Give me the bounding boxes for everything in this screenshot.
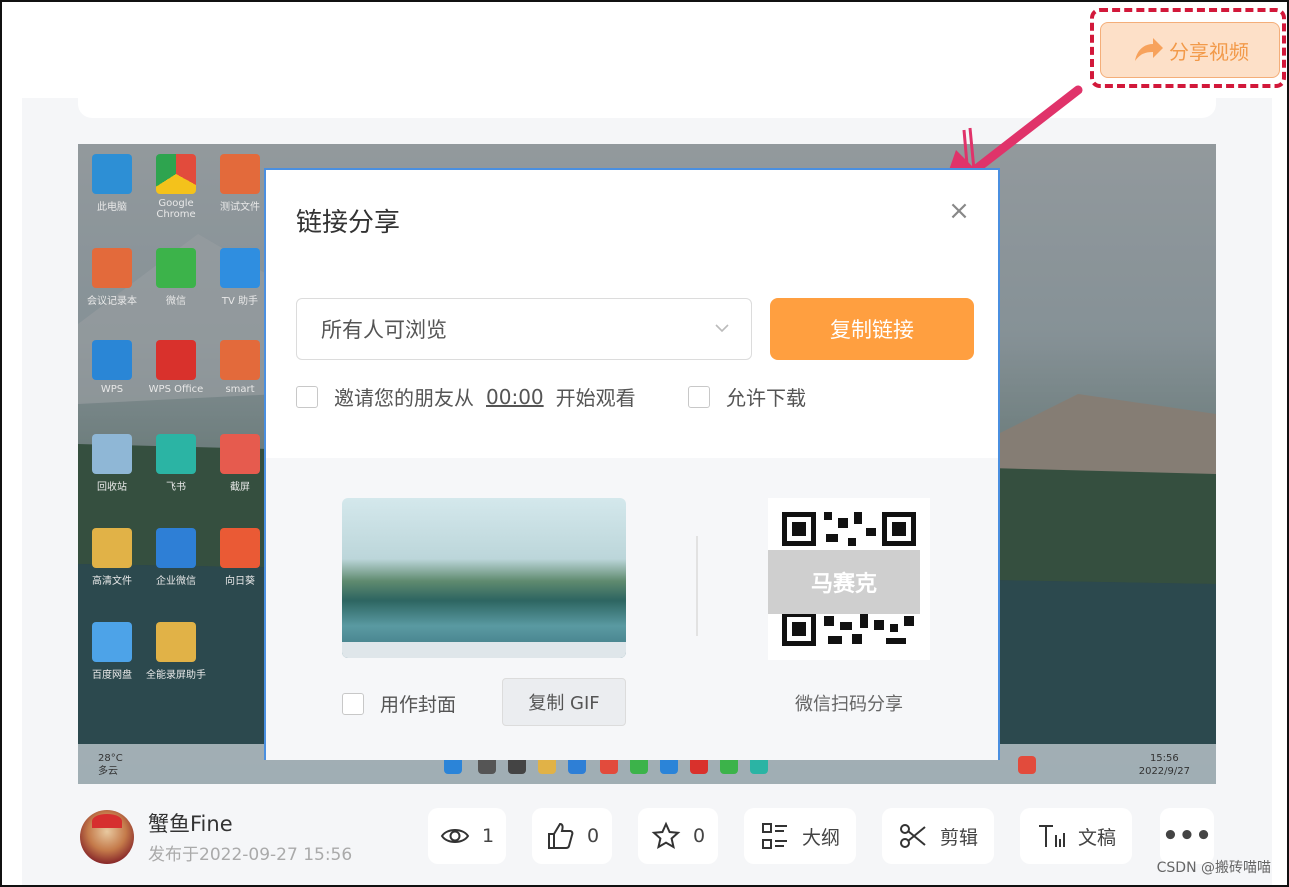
desktop-icon: Google Chrome	[144, 154, 208, 220]
transcript-button[interactable]: 文稿	[1020, 808, 1132, 864]
dialog-title: 链接分享	[296, 208, 401, 238]
views-button[interactable]: 1	[428, 808, 506, 864]
desktop-icon: WPS Office	[144, 340, 208, 395]
outline-label: 大纲	[801, 826, 840, 849]
wechat-share-label: 微信扫码分享	[795, 694, 903, 715]
desktop-icon: smart	[208, 340, 272, 395]
link-share-dialog: 链接分享 × 所有人可浏览 复制链接 邀请您的朋友从 00:00 开始观看 允许…	[264, 168, 1000, 760]
more-dots-icon: •••	[1162, 821, 1212, 851]
desktop-icon: 企业微信	[144, 528, 208, 587]
likes-count: 0	[586, 825, 600, 847]
avatar[interactable]	[80, 809, 134, 864]
desktop-icon: 飞书	[144, 434, 208, 493]
desktop-icon: 回收站	[80, 434, 144, 493]
visibility-select[interactable]: 所有人可浏览	[296, 298, 752, 360]
transcript-label: 文稿	[1077, 826, 1116, 849]
outline-button[interactable]: 大纲	[744, 808, 856, 864]
share-video-label: 分享视频	[1169, 39, 1249, 64]
desktop-icon: 此电脑	[80, 154, 144, 213]
watermark: CSDN @搬砖喵喵	[1156, 860, 1271, 876]
thumbnail-taskbar	[342, 642, 626, 658]
desktop-icon: TV 助手	[208, 248, 272, 307]
like-button[interactable]: 0	[532, 808, 612, 864]
author-info: 蟹鱼Fine 发布于2022-09-27 15:56	[80, 808, 352, 865]
desktop-icon: 向日葵	[208, 528, 272, 587]
taskbar-tray-icon	[1018, 756, 1036, 774]
visibility-select-value: 所有人可浏览	[321, 318, 447, 342]
favorites-count: 0	[692, 825, 706, 847]
publish-date: 发布于2022-09-27 15:56	[148, 845, 353, 865]
invite-suffix-text: 开始观看	[555, 386, 636, 410]
use-as-cover-label: 用作封面	[380, 694, 457, 716]
taskbar-clock: 15:56 2022/9/27	[1138, 753, 1190, 777]
edit-label: 剪辑	[939, 826, 978, 849]
desktop-icon: 百度网盘	[80, 622, 144, 681]
copy-gif-button[interactable]: 复制 GIF	[502, 678, 626, 726]
allow-download-label: 允许下载	[726, 386, 806, 410]
more-options-button[interactable]: •••	[1160, 808, 1214, 864]
vertical-divider	[696, 536, 698, 636]
taskbar-weather: 28°C 多云	[98, 753, 123, 777]
desktop-icons: 此电脑 Google Chrome 测试文件 会议记录本 微信 TV 助手 WP…	[78, 144, 278, 704]
desktop-icon: WPS	[80, 340, 144, 395]
desktop-icon: 会议记录本	[80, 248, 144, 307]
desktop-icon: 全能录屏助手	[144, 622, 208, 681]
chevron-down-icon	[715, 324, 729, 333]
invite-start-time-checkbox[interactable]	[296, 385, 318, 408]
share-arrow-icon	[1135, 38, 1163, 61]
desktop-icon: 截屏	[208, 434, 272, 493]
share-video-button[interactable]: 分享视频	[1100, 22, 1280, 78]
share-preview-section: 马赛克 用作封面 复制 GIF 微信扫码分享	[266, 458, 998, 760]
star-icon	[651, 821, 681, 850]
views-count: 1	[481, 825, 495, 847]
invite-time-input[interactable]: 00:00	[486, 385, 544, 409]
desktop-icon: 高清文件	[80, 528, 144, 587]
qr-mosaic-label: 马赛克	[768, 550, 920, 614]
favorite-button[interactable]: 0	[638, 808, 718, 864]
copy-link-button[interactable]: 复制链接	[770, 298, 974, 360]
edit-button[interactable]: 剪辑	[882, 808, 994, 864]
allow-download-checkbox[interactable]	[688, 385, 710, 408]
invite-prefix-text: 邀请您的朋友从	[334, 386, 474, 410]
invite-start-time-option: 邀请您的朋友从 00:00 开始观看	[296, 382, 636, 411]
allow-download-option: 允许下载	[688, 382, 806, 411]
wechat-qr-code: 马赛克	[768, 498, 930, 660]
use-as-cover-checkbox[interactable]	[342, 692, 364, 715]
screenshot-frame: 分享视频 此电脑 Google Chrome 测试文件 会议记录本 微信 TV …	[0, 0, 1289, 887]
scissors-icon	[899, 824, 926, 848]
close-icon[interactable]: ×	[948, 198, 970, 224]
eye-icon	[440, 829, 470, 843]
outline-icon	[761, 823, 787, 849]
video-thumbnail	[342, 498, 626, 658]
desktop-icon: 测试文件	[208, 154, 272, 213]
transcript-icon	[1038, 825, 1065, 847]
use-as-cover-option: 用作封面	[342, 690, 456, 717]
thumbs-up-icon	[547, 822, 574, 849]
desktop-icon: 微信	[144, 248, 208, 307]
author-name[interactable]: 蟹鱼Fine	[148, 808, 352, 838]
